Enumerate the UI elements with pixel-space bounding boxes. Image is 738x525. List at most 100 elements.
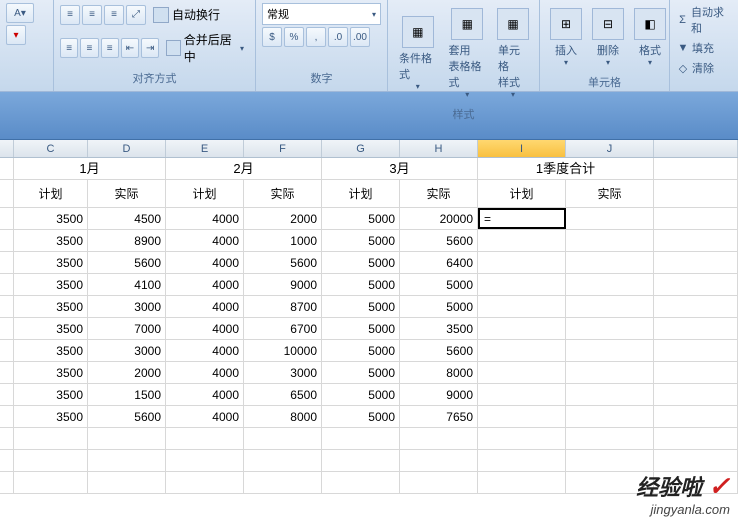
col-header-j[interactable]: J — [566, 140, 654, 157]
cell[interactable] — [478, 296, 566, 317]
cell[interactable] — [654, 362, 738, 383]
data-cell[interactable]: 9000 — [400, 384, 478, 405]
data-cell[interactable]: 3500 — [14, 318, 88, 339]
data-cell[interactable]: 4000 — [166, 362, 244, 383]
data-cell[interactable]: 4000 — [166, 296, 244, 317]
plan-header[interactable]: 计划 — [478, 180, 566, 207]
data-cell[interactable]: 4000 — [166, 384, 244, 405]
cell[interactable] — [478, 450, 566, 471]
data-cell[interactable]: 3500 — [14, 230, 88, 251]
data-cell[interactable]: 8900 — [88, 230, 166, 251]
cell[interactable] — [244, 472, 322, 493]
plan-header[interactable]: 计划 — [14, 180, 88, 207]
data-cell[interactable]: 8000 — [400, 362, 478, 383]
month2-header[interactable]: 2月 — [166, 158, 322, 179]
col-header-k[interactable] — [654, 140, 738, 157]
data-cell[interactable]: 4500 — [88, 208, 166, 229]
cell[interactable] — [566, 208, 654, 229]
cell[interactable] — [654, 230, 738, 251]
col-header-h[interactable]: H — [400, 140, 478, 157]
q1-header[interactable]: 1季度合计 — [478, 158, 654, 179]
data-cell[interactable]: 20000 — [400, 208, 478, 229]
data-cell[interactable]: 2000 — [88, 362, 166, 383]
cell[interactable] — [244, 428, 322, 449]
plan-header[interactable]: 计划 — [166, 180, 244, 207]
clear-btn[interactable]: ◇清除 — [676, 59, 732, 77]
data-cell[interactable]: 1000 — [244, 230, 322, 251]
cell[interactable] — [14, 450, 88, 471]
data-cell[interactable]: 5000 — [400, 296, 478, 317]
data-cell[interactable]: 5000 — [322, 384, 400, 405]
month1-header[interactable]: 1月 — [14, 158, 166, 179]
cell[interactable] — [478, 362, 566, 383]
data-cell[interactable]: 6700 — [244, 318, 322, 339]
data-cell[interactable]: 6500 — [244, 384, 322, 405]
cell[interactable] — [566, 230, 654, 251]
cell[interactable] — [166, 450, 244, 471]
data-cell[interactable]: 8700 — [244, 296, 322, 317]
percent-icon[interactable]: % — [284, 27, 304, 47]
data-cell[interactable]: 6400 — [400, 252, 478, 273]
cell[interactable] — [566, 450, 654, 471]
col-header-e[interactable]: E — [166, 140, 244, 157]
col-header-i[interactable]: I — [478, 140, 566, 157]
font-color-btn[interactable]: ▾ — [6, 25, 26, 45]
cell[interactable] — [478, 318, 566, 339]
data-cell[interactable]: 4000 — [166, 318, 244, 339]
cell[interactable] — [0, 362, 14, 383]
cell[interactable] — [654, 158, 738, 179]
actual-header[interactable]: 实际 — [88, 180, 166, 207]
data-cell[interactable]: 5000 — [400, 274, 478, 295]
col-header-d[interactable]: D — [88, 140, 166, 157]
wrap-text-btn[interactable]: 自动换行 — [148, 3, 225, 26]
cell[interactable] — [0, 296, 14, 317]
cell[interactable] — [14, 428, 88, 449]
cell[interactable] — [0, 340, 14, 361]
cell[interactable] — [88, 472, 166, 493]
format-btn[interactable]: ◧ 格式 ▾ — [630, 3, 670, 72]
col-header-f[interactable]: F — [244, 140, 322, 157]
data-cell[interactable]: 5000 — [322, 318, 400, 339]
data-cell[interactable]: 3500 — [14, 362, 88, 383]
cell[interactable] — [0, 472, 14, 493]
align-top-icon[interactable]: ≡ — [60, 5, 80, 25]
cell[interactable] — [654, 406, 738, 427]
cell[interactable] — [88, 450, 166, 471]
cell[interactable] — [566, 362, 654, 383]
data-cell[interactable]: 10000 — [244, 340, 322, 361]
actual-header[interactable]: 实际 — [400, 180, 478, 207]
cell[interactable] — [478, 252, 566, 273]
data-cell[interactable]: 5000 — [322, 406, 400, 427]
table-format-btn[interactable]: ▦ 套用 表格格式 ▾ — [444, 3, 492, 104]
cell[interactable] — [166, 428, 244, 449]
plan-header[interactable]: 计划 — [322, 180, 400, 207]
cell[interactable] — [478, 230, 566, 251]
cell[interactable] — [654, 450, 738, 471]
cell[interactable] — [566, 472, 654, 493]
data-cell[interactable]: 4000 — [166, 230, 244, 251]
data-cell[interactable]: 8000 — [244, 406, 322, 427]
cell[interactable] — [654, 384, 738, 405]
delete-btn[interactable]: ⊟ 删除 ▾ — [588, 3, 628, 72]
cell[interactable] — [654, 318, 738, 339]
data-cell[interactable]: 5000 — [322, 340, 400, 361]
cell[interactable] — [400, 450, 478, 471]
cell[interactable] — [0, 384, 14, 405]
cell[interactable] — [654, 296, 738, 317]
cell[interactable] — [478, 428, 566, 449]
data-cell[interactable]: 5600 — [400, 230, 478, 251]
data-cell[interactable]: 3500 — [14, 274, 88, 295]
cell[interactable] — [0, 208, 14, 229]
data-cell[interactable]: 5600 — [88, 406, 166, 427]
cell[interactable] — [400, 472, 478, 493]
data-cell[interactable]: 5000 — [322, 274, 400, 295]
data-cell[interactable]: 3000 — [244, 362, 322, 383]
data-cell[interactable]: 5000 — [322, 208, 400, 229]
orientation-icon[interactable]: ⤢ — [126, 5, 146, 25]
cell[interactable] — [244, 450, 322, 471]
merge-center-btn[interactable]: 合并后居中 ▾ — [161, 28, 249, 68]
cell[interactable] — [566, 318, 654, 339]
data-cell[interactable]: 4000 — [166, 340, 244, 361]
data-cell[interactable]: 3500 — [400, 318, 478, 339]
cell[interactable] — [14, 472, 88, 493]
